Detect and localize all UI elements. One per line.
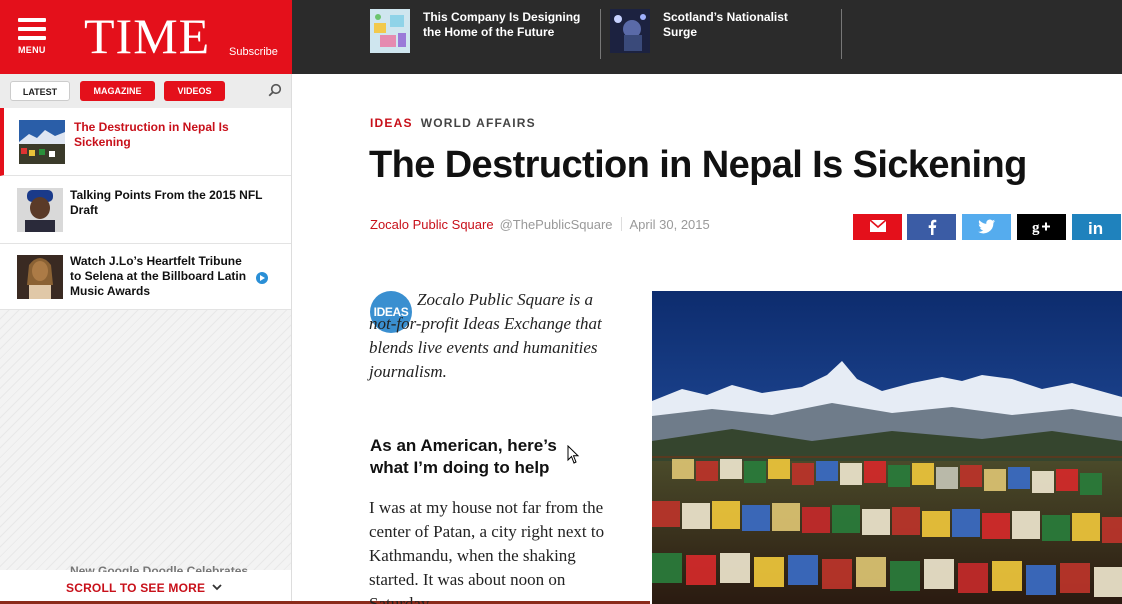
latest-sidebar: LATEST MAGAZINE VIDEOS The Destruction i… (0, 74, 292, 604)
masthead: MENU TIME Subscribe (0, 0, 292, 74)
tab-videos[interactable]: VIDEOS (164, 81, 225, 101)
svg-text:g: g (1032, 220, 1040, 235)
category-link[interactable]: WORLD AFFAIRS (421, 116, 536, 130)
byline-divider (620, 217, 622, 231)
sidebar-tabs: LATEST MAGAZINE VIDEOS (0, 74, 291, 108)
mouse-cursor-icon (567, 445, 580, 464)
tab-magazine[interactable]: MAGAZINE (80, 81, 155, 101)
google-plus-icon: g (1032, 220, 1050, 235)
article-headline: The Destruction in Nepal Is Sickening (369, 144, 1027, 186)
author-link[interactable]: Zocalo Public Square (370, 217, 494, 232)
sidebar-item-nfl-draft[interactable]: Talking Points From the 2015 NFL Draft (0, 176, 291, 244)
promo-thumbnail (370, 9, 410, 53)
sidebar-item-title: Watch J.Lo’s Heartfelt Tribune to Selena… (70, 254, 247, 298)
promo-title: This Company Is Designing the Home of th… (423, 10, 581, 39)
scroll-more-label: SCROLL TO SEE MORE (66, 581, 206, 595)
promo-thumbnail (610, 9, 650, 53)
promo-divider (841, 9, 842, 59)
sidebar-item-title: Talking Points From the 2015 NFL Draft (70, 188, 263, 217)
share-email-button[interactable] (853, 214, 902, 240)
article-body: I was at my house not far from the cente… (369, 498, 605, 604)
publish-date: April 30, 2015 (629, 217, 710, 232)
ad-placeholder (0, 310, 291, 570)
share-googleplus-button[interactable]: g (1017, 214, 1066, 240)
sidebar-item-title: The Destruction in Nepal Is Sickening (74, 120, 229, 149)
share-linkedin-button[interactable]: in (1072, 214, 1121, 240)
tab-latest[interactable]: LATEST (10, 81, 70, 101)
share-facebook-button[interactable] (907, 214, 956, 240)
sidebar-item-nepal[interactable]: The Destruction in Nepal Is Sickening (0, 108, 291, 176)
svg-text:in: in (1088, 219, 1103, 235)
section-link[interactable]: IDEAS (370, 116, 413, 130)
contributor-intro: Zocalo Public Square is a not-for-profit… (369, 290, 602, 381)
mail-icon (868, 219, 887, 232)
promo-bar: This Company Is Designing the Home of th… (292, 0, 1122, 74)
article-kicker: IDEAS WORLD AFFAIRS (370, 116, 536, 130)
promo-divider (600, 9, 601, 59)
article-subheading: As an American, here’s what I’m doing to… (370, 436, 557, 477)
byline: Zocalo Public Square @ThePublicSquare Apri… (370, 217, 710, 232)
share-twitter-button[interactable] (962, 214, 1011, 240)
facebook-icon (928, 219, 936, 235)
search-icon[interactable] (268, 83, 282, 97)
time-logo[interactable]: TIME (84, 8, 210, 64)
article-thumbnail (19, 120, 65, 164)
sidebar-item-jlo[interactable]: Watch J.Lo’s Heartfelt Tribune to Selena… (0, 244, 291, 310)
video-play-icon (256, 272, 268, 284)
linkedin-icon: in (1088, 219, 1103, 235)
scroll-to-see-more[interactable]: SCROLL TO SEE MORE (0, 572, 291, 604)
promo-title: Scotland’s Nationalist Surge (663, 10, 788, 39)
twitter-icon (977, 219, 995, 234)
menu-button[interactable]: MENU (18, 18, 50, 55)
article-thumbnail (17, 188, 63, 232)
author-twitter-handle[interactable]: @ThePublicSquare (500, 217, 613, 232)
video-thumbnail (17, 255, 63, 299)
menu-label: MENU (18, 45, 46, 55)
subscribe-link[interactable]: Subscribe (229, 46, 278, 58)
promo-item[interactable]: This Company Is Designing the Home of th… (370, 9, 583, 57)
chevron-down-icon (212, 584, 222, 591)
article-hero-image[interactable] (652, 291, 1122, 604)
promo-item[interactable]: Scotland’s Nationalist Surge (610, 9, 823, 57)
